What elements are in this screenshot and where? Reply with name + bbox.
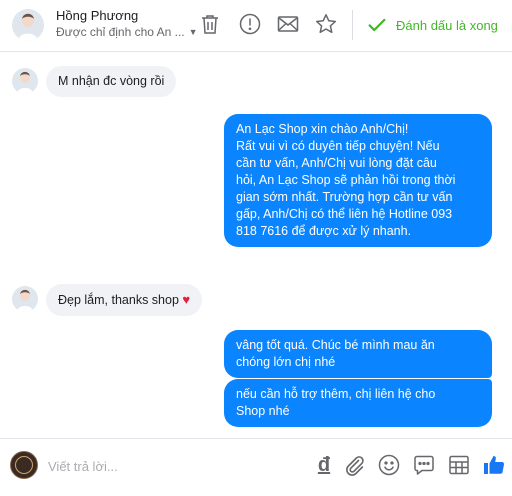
message-line: chóng lớn chị nhé xyxy=(236,355,336,369)
outgoing-message: nếu cần hỗ trợ thêm, chị liên hệ cho Sho… xyxy=(224,379,492,427)
shop-logo-icon xyxy=(15,456,33,474)
message-line: An Lạc Shop xin chào Anh/Chị! xyxy=(236,122,409,136)
message-line: nếu cần hỗ trợ thêm, chị liên hệ cho xyxy=(236,387,436,401)
heart-emoji-icon: ♥ xyxy=(182,292,191,307)
header-divider xyxy=(352,10,353,40)
message-line: cần tư vấn, Anh/Chị vui lòng đặt câu xyxy=(236,156,437,170)
reply-input[interactable] xyxy=(48,455,288,477)
contact-avatar-small xyxy=(12,68,38,94)
message-line: 818 7616 để được xử lý nhanh. xyxy=(236,224,412,238)
incoming-message: M nhận đc vòng rồi xyxy=(46,66,177,97)
assignee-label: Được chỉ định cho An ... xyxy=(56,25,185,39)
message-text: Đẹp lắm, thanks shop xyxy=(58,293,179,307)
contact-name[interactable]: Hồng Phương xyxy=(56,8,138,23)
currency-dong-icon[interactable]: đ xyxy=(312,453,336,477)
mark-done-label: Đánh dấu là xong xyxy=(396,17,498,33)
spam-icon[interactable] xyxy=(238,12,262,36)
like-icon[interactable] xyxy=(482,453,506,477)
chevron-down-icon: ▼ xyxy=(188,27,198,37)
message-line: Rất vui vì có duyên tiếp chuyện! Nếu xyxy=(236,139,440,153)
message-line: gấp, Anh/Chị có thể liên hệ Hotline 093 xyxy=(236,207,453,221)
emoji-icon[interactable] xyxy=(377,453,401,477)
message-line: gian sớm nhất. Trường hợp cần tư vấn xyxy=(236,190,453,204)
check-icon xyxy=(368,18,386,32)
contact-avatar[interactable] xyxy=(12,9,44,41)
template-icon[interactable] xyxy=(447,453,471,477)
assignee-dropdown[interactable]: Được chỉ định cho An ... ▼ xyxy=(56,25,198,39)
contact-avatar-small xyxy=(12,286,38,312)
mark-done-button[interactable]: Đánh dấu là xong xyxy=(366,14,498,36)
mail-icon[interactable] xyxy=(276,12,300,36)
reply-composer: đ xyxy=(0,438,512,496)
message-line: vâng tốt quá. Chúc bé mình mau ăn xyxy=(236,338,435,352)
attachment-icon[interactable] xyxy=(342,453,366,477)
message-line: hỏi, An Lạc Shop sẽ phản hồi trong thời xyxy=(236,173,456,187)
page-avatar xyxy=(10,451,38,479)
trash-icon[interactable] xyxy=(198,12,222,36)
star-icon[interactable] xyxy=(314,12,338,36)
outgoing-message: An Lạc Shop xin chào Anh/Chị! Rất vui vì… xyxy=(224,114,492,247)
outgoing-message: vâng tốt quá. Chúc bé mình mau ăn chóng … xyxy=(224,330,492,378)
conversation-header: Hồng Phương Được chỉ định cho An ... ▼ Đ… xyxy=(0,0,512,52)
message-line: Shop nhé xyxy=(236,404,290,418)
incoming-message: Đẹp lắm, thanks shop ♥ xyxy=(46,284,203,316)
saved-replies-icon[interactable] xyxy=(412,453,436,477)
